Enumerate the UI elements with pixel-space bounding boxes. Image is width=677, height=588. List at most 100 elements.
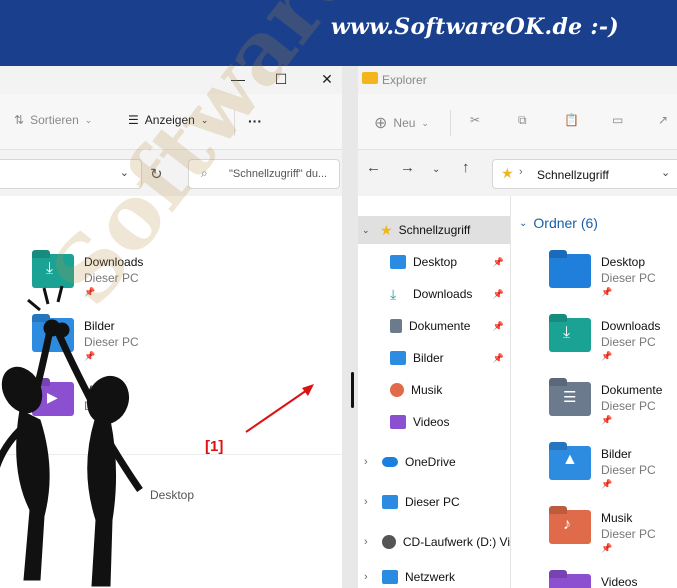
folders-pane: ⌄ Ordner (6) Desktop Dieser PC 📌 ⤓ Download… <box>511 196 677 588</box>
desktop-icon <box>390 255 406 269</box>
folder-item[interactable]: Desktop Dieser PC 📌 <box>549 254 656 298</box>
view-label: Anzeigen <box>144 113 195 127</box>
folder-item[interactable]: ⤓ Downloads Dieser PC 📌 <box>549 318 660 362</box>
left-toolbar: ⇅ Sortieren ⌄ ☰ Anzeigen ⌄ ··· <box>0 94 342 150</box>
paste-icon[interactable]: 📋 <box>564 113 579 127</box>
rename-icon[interactable]: ▭ <box>612 113 623 127</box>
annotation-tag: [1] <box>205 438 224 455</box>
tree-item-bilder[interactable]: Bilder 📌 <box>358 344 510 372</box>
star-icon: ★ <box>380 221 393 238</box>
search-placeholder: "Schnellzugriff" du... <box>229 168 328 180</box>
toolbar-divider <box>234 110 235 136</box>
more-button[interactable]: ··· <box>248 113 262 129</box>
tree-item-musik[interactable]: Musik <box>358 376 510 404</box>
cloud-icon <box>382 457 398 467</box>
back-arrow-icon[interactable]: ← <box>366 159 381 176</box>
chevron-down-icon[interactable]: ⌄ <box>432 164 440 175</box>
star-icon: ★ <box>501 165 514 181</box>
right-toolbar: ⊕ Neu ⌄ ✂ ⧉ 📋 ▭ ↗ <box>358 94 677 150</box>
chevron-down-icon: ⌄ <box>84 114 93 125</box>
new-button[interactable]: ⊕ Neu ⌄ <box>374 113 429 133</box>
chevron-down-icon[interactable]: ⌄ <box>120 166 129 179</box>
pin-icon: 📌 <box>601 415 613 425</box>
copy-icon[interactable]: ⧉ <box>518 113 527 128</box>
share-icon[interactable]: ↗ <box>658 113 668 127</box>
network-icon <box>382 570 398 584</box>
plus-icon: ⊕ <box>374 115 388 132</box>
annotation-arrow-icon <box>245 384 314 433</box>
right-titlebar: Explorer <box>358 66 677 94</box>
left-titlebar: — ☐ ✕ <box>0 66 342 94</box>
banner: www.SoftwareOK.de :-) <box>0 0 677 66</box>
explorer-icon <box>362 72 378 84</box>
tree-item-schnellzugriff[interactable]: ⌄ ★ Schnellzugriff <box>358 216 510 244</box>
music-icon <box>390 383 404 397</box>
tree-item-downloads[interactable]: ⤓ Downloads 📌 <box>358 280 510 308</box>
sort-icon: ⇅ <box>14 113 25 127</box>
pin-icon: 📌 <box>601 543 613 553</box>
tree-item-dokumente[interactable]: Dokumente 📌 <box>358 312 510 340</box>
new-label: Neu <box>393 116 416 130</box>
documents-folder-icon: ☰ <box>549 382 591 416</box>
breadcrumb-chevron-icon: › <box>519 166 523 178</box>
up-arrow-icon[interactable]: ↑ <box>462 159 470 176</box>
pin-icon: 📌 <box>492 256 504 267</box>
pin-icon: 📌 <box>492 288 504 299</box>
download-icon: ⤓ <box>390 286 397 302</box>
chevron-down-icon: ⌄ <box>200 114 209 125</box>
banner-text: www.SoftwareOK.de :-) <box>330 14 619 40</box>
pin-icon: 📌 <box>601 479 613 489</box>
computer-icon <box>382 495 398 509</box>
maximize-button[interactable]: ☐ <box>268 69 294 89</box>
desktop-folder-icon <box>549 254 591 288</box>
tree-item-cd-laufwerk[interactable]: › CD-Laufwerk (D:) Vi <box>358 528 510 556</box>
tree-item-onedrive[interactable]: › OneDrive <box>358 448 510 476</box>
view-button[interactable]: ☰ Anzeigen ⌄ <box>128 113 208 127</box>
search-input[interactable]: ⌕ "Schnellzugriff" du... <box>188 159 340 189</box>
stick-figures-illustration <box>0 285 143 587</box>
tree-item-netzwerk[interactable]: › Netzwerk <box>358 568 510 586</box>
pin-icon: 📌 <box>492 320 504 331</box>
tree-item-desktop[interactable]: Desktop 📌 <box>358 248 510 276</box>
chevron-down-icon: ⌄ <box>362 224 370 235</box>
right-explorer-window: Explorer ⊕ Neu ⌄ ✂ ⧉ 📋 ▭ ↗ ← → ⌄ ↑ ★ › S… <box>358 66 677 588</box>
minimize-button[interactable]: — <box>225 69 251 89</box>
chevron-down-icon[interactable]: ⌄ <box>661 166 670 179</box>
chevron-right-icon: › <box>364 496 368 508</box>
view-icon: ☰ <box>128 113 139 127</box>
sort-label: Sortieren <box>30 113 79 127</box>
chevron-right-icon: › <box>364 571 368 583</box>
chevron-down-icon: ⌄ <box>421 117 429 128</box>
refresh-icon[interactable]: ↻ <box>150 165 163 183</box>
window-resize-handle[interactable] <box>351 372 354 408</box>
downloads-folder-icon: ⤓ <box>549 318 591 352</box>
tree-item-dieser-pc[interactable]: › Dieser PC <box>358 488 510 516</box>
videos-folder-icon <box>549 574 591 588</box>
address-bar[interactable]: ★ › Schnellzugriff ⌄ <box>492 159 677 189</box>
folder-item[interactable]: ♪ Musik Dieser PC 📌 <box>549 510 656 554</box>
pin-icon: 📌 <box>492 352 504 363</box>
window-title: Explorer <box>382 73 427 87</box>
close-button[interactable]: ✕ <box>314 69 340 89</box>
cd-drive-icon <box>381 535 396 549</box>
document-icon <box>390 319 402 333</box>
address-bar[interactable]: ⌄ <box>0 159 142 189</box>
cut-icon[interactable]: ✂ <box>470 113 480 127</box>
chevron-right-icon: › <box>364 456 368 468</box>
forward-arrow-icon[interactable]: → <box>400 159 415 176</box>
pin-icon: 📌 <box>601 351 613 361</box>
search-icon: ⌕ <box>201 166 208 180</box>
pin-icon: 📌 <box>601 287 613 297</box>
group-header[interactable]: ⌄ Ordner (6) <box>519 215 598 231</box>
pictures-icon <box>390 351 406 365</box>
music-folder-icon: ♪ <box>549 510 591 544</box>
toolbar-divider <box>450 110 451 136</box>
breadcrumb[interactable]: Schnellzugriff <box>537 168 609 182</box>
sort-button[interactable]: ⇅ Sortieren ⌄ <box>14 113 92 127</box>
folder-item[interactable]: ▲ Bilder Dieser PC 📌 <box>549 446 656 490</box>
pictures-folder-icon: ▲ <box>549 446 591 480</box>
folder-item[interactable]: ☰ Dokumente Dieser PC 📌 <box>549 382 662 426</box>
navigation-pane: ⌄ ★ Schnellzugriff Desktop 📌 ⤓ Downloads 📌 … <box>358 196 510 588</box>
tree-item-videos[interactable]: Videos <box>358 408 510 436</box>
folder-item[interactable]: Videos <box>549 574 637 588</box>
